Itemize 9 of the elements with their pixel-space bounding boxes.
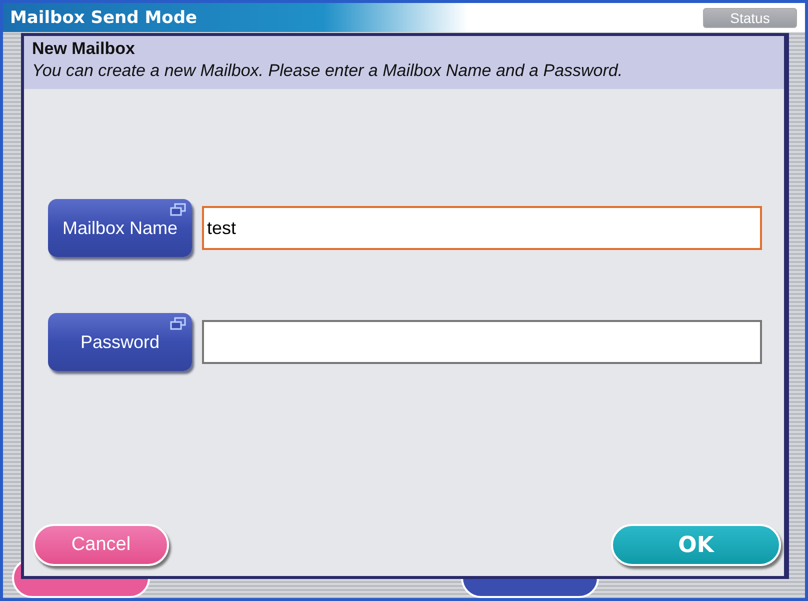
field-label-button[interactable]: Mailbox Name [48,199,192,257]
window-title: Mailbox Send Mode [10,8,198,28]
text-field[interactable] [202,320,762,364]
windows-icon [170,317,186,331]
text-field[interactable]: test [202,206,762,250]
windows-icon [170,203,186,217]
field-label-button[interactable]: Password [48,313,192,371]
dialog-message: You can create a new Mailbox. Please enter a Mailbox Name and a Password. [32,61,624,81]
dialog-title: New Mailbox [32,39,136,59]
